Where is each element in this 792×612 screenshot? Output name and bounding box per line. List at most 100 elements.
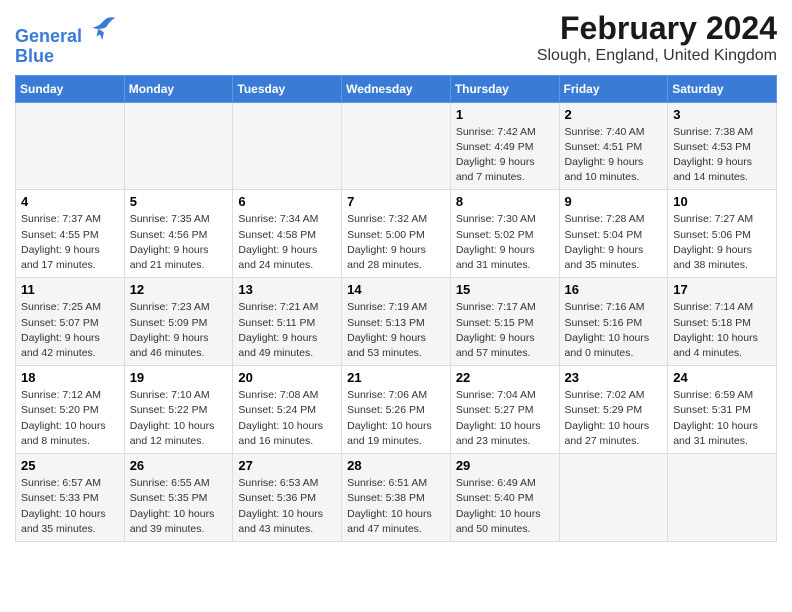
day-header-monday: Monday <box>124 75 233 102</box>
day-number: 5 <box>130 194 228 209</box>
day-info: Sunrise: 7:38 AM Sunset: 4:53 PM Dayligh… <box>673 125 771 186</box>
day-info: Sunrise: 7:04 AM Sunset: 5:27 PM Dayligh… <box>456 388 554 449</box>
calendar-cell <box>342 102 451 190</box>
day-info: Sunrise: 7:30 AM Sunset: 5:02 PM Dayligh… <box>456 212 554 273</box>
day-number: 9 <box>565 194 663 209</box>
day-number: 28 <box>347 458 445 473</box>
day-number: 6 <box>238 194 336 209</box>
calendar-cell: 20Sunrise: 7:08 AM Sunset: 5:24 PM Dayli… <box>233 366 342 454</box>
day-info: Sunrise: 7:16 AM Sunset: 5:16 PM Dayligh… <box>565 300 663 361</box>
day-number: 15 <box>456 282 554 297</box>
calendar-cell: 12 Sunrise: 7:23 AM Sunset: 5:09 PM Dayli… <box>124 278 233 366</box>
calendar-week-row: 4 Sunrise: 7:37 AM Sunset: 4:55 PM Daylig… <box>16 190 777 278</box>
calendar-cell: 29 Sunrise: 6:49 AM Sunset: 5:40 PM Dayli… <box>450 454 559 542</box>
calendar-cell: 11Sunrise: 7:25 AM Sunset: 5:07 PM Dayli… <box>16 278 125 366</box>
day-number: 1 <box>456 107 554 122</box>
calendar-cell: 28 Sunrise: 6:51 AM Sunset: 5:38 PM Dayli… <box>342 454 451 542</box>
day-info: Sunrise: 7:21 AM Sunset: 5:11 PM Dayligh… <box>238 300 336 361</box>
day-number: 3 <box>673 107 771 122</box>
day-number: 21 <box>347 370 445 385</box>
day-number: 8 <box>456 194 554 209</box>
day-info: Sunrise: 6:49 AM Sunset: 5:40 PM Dayligh… <box>456 476 554 537</box>
day-info: Sunrise: 7:12 AM Sunset: 5:20 PM Dayligh… <box>21 388 119 449</box>
day-number: 24 <box>673 370 771 385</box>
day-number: 26 <box>130 458 228 473</box>
day-header-saturday: Saturday <box>668 75 777 102</box>
logo-blue: Blue <box>15 47 117 67</box>
day-info: Sunrise: 7:17 AM Sunset: 5:15 PM Dayligh… <box>456 300 554 361</box>
calendar-cell: 21 Sunrise: 7:06 AM Sunset: 5:26 PM Dayli… <box>342 366 451 454</box>
calendar-week-row: 25Sunrise: 6:57 AM Sunset: 5:33 PM Dayli… <box>16 454 777 542</box>
calendar-week-row: 11Sunrise: 7:25 AM Sunset: 5:07 PM Dayli… <box>16 278 777 366</box>
calendar-header-row: SundayMondayTuesdayWednesdayThursdayFrid… <box>16 75 777 102</box>
day-number: 4 <box>21 194 119 209</box>
page-header: General Blue February 2024 Slough, Engla… <box>15 10 777 67</box>
calendar-cell: 8 Sunrise: 7:30 AM Sunset: 5:02 PM Daylig… <box>450 190 559 278</box>
day-header-tuesday: Tuesday <box>233 75 342 102</box>
calendar-cell: 15 Sunrise: 7:17 AM Sunset: 5:15 PM Dayli… <box>450 278 559 366</box>
day-header-friday: Friday <box>559 75 668 102</box>
day-info: Sunrise: 7:10 AM Sunset: 5:22 PM Dayligh… <box>130 388 228 449</box>
calendar-cell: 19 Sunrise: 7:10 AM Sunset: 5:22 PM Dayli… <box>124 366 233 454</box>
day-header-wednesday: Wednesday <box>342 75 451 102</box>
calendar-cell: 17 Sunrise: 7:14 AM Sunset: 5:18 PM Dayli… <box>668 278 777 366</box>
day-header-sunday: Sunday <box>16 75 125 102</box>
day-info: Sunrise: 7:35 AM Sunset: 4:56 PM Dayligh… <box>130 212 228 273</box>
day-number: 7 <box>347 194 445 209</box>
calendar-cell: 7 Sunrise: 7:32 AM Sunset: 5:00 PM Daylig… <box>342 190 451 278</box>
calendar-cell: 13Sunrise: 7:21 AM Sunset: 5:11 PM Dayli… <box>233 278 342 366</box>
calendar-cell: 18 Sunrise: 7:12 AM Sunset: 5:20 PM Dayli… <box>16 366 125 454</box>
calendar-cell <box>668 454 777 542</box>
day-number: 25 <box>21 458 119 473</box>
day-number: 12 <box>130 282 228 297</box>
day-number: 22 <box>456 370 554 385</box>
calendar-cell: 25Sunrise: 6:57 AM Sunset: 5:33 PM Dayli… <box>16 454 125 542</box>
calendar-cell <box>559 454 668 542</box>
day-info: Sunrise: 7:06 AM Sunset: 5:26 PM Dayligh… <box>347 388 445 449</box>
day-info: Sunrise: 6:59 AM Sunset: 5:31 PM Dayligh… <box>673 388 771 449</box>
calendar-cell: 6 Sunrise: 7:34 AM Sunset: 4:58 PM Daylig… <box>233 190 342 278</box>
calendar-cell <box>124 102 233 190</box>
day-number: 19 <box>130 370 228 385</box>
calendar-table: SundayMondayTuesdayWednesdayThursdayFrid… <box>15 75 777 542</box>
calendar-cell: 5 Sunrise: 7:35 AM Sunset: 4:56 PM Daylig… <box>124 190 233 278</box>
day-info: Sunrise: 6:51 AM Sunset: 5:38 PM Dayligh… <box>347 476 445 537</box>
day-number: 10 <box>673 194 771 209</box>
calendar-cell: 27Sunrise: 6:53 AM Sunset: 5:36 PM Dayli… <box>233 454 342 542</box>
day-info: Sunrise: 6:55 AM Sunset: 5:35 PM Dayligh… <box>130 476 228 537</box>
day-info: Sunrise: 7:25 AM Sunset: 5:07 PM Dayligh… <box>21 300 119 361</box>
calendar-cell <box>233 102 342 190</box>
calendar-cell: 10Sunrise: 7:27 AM Sunset: 5:06 PM Dayli… <box>668 190 777 278</box>
day-number: 14 <box>347 282 445 297</box>
calendar-cell: 16Sunrise: 7:16 AM Sunset: 5:16 PM Dayli… <box>559 278 668 366</box>
day-info: Sunrise: 7:14 AM Sunset: 5:18 PM Dayligh… <box>673 300 771 361</box>
day-info: Sunrise: 7:32 AM Sunset: 5:00 PM Dayligh… <box>347 212 445 273</box>
title-block: February 2024 Slough, England, United Ki… <box>537 10 777 65</box>
day-info: Sunrise: 7:28 AM Sunset: 5:04 PM Dayligh… <box>565 212 663 273</box>
day-info: Sunrise: 7:37 AM Sunset: 4:55 PM Dayligh… <box>21 212 119 273</box>
calendar-cell: 24 Sunrise: 6:59 AM Sunset: 5:31 PM Dayli… <box>668 366 777 454</box>
day-header-thursday: Thursday <box>450 75 559 102</box>
logo: General Blue <box>15 14 117 67</box>
day-info: Sunrise: 7:34 AM Sunset: 4:58 PM Dayligh… <box>238 212 336 273</box>
calendar-week-row: 1Sunrise: 7:42 AM Sunset: 4:49 PM Daylig… <box>16 102 777 190</box>
day-number: 17 <box>673 282 771 297</box>
day-number: 29 <box>456 458 554 473</box>
day-info: Sunrise: 7:19 AM Sunset: 5:13 PM Dayligh… <box>347 300 445 361</box>
calendar-cell: 1Sunrise: 7:42 AM Sunset: 4:49 PM Daylig… <box>450 102 559 190</box>
day-number: 2 <box>565 107 663 122</box>
month-title: February 2024 <box>537 10 777 47</box>
calendar-cell: 9 Sunrise: 7:28 AM Sunset: 5:04 PM Daylig… <box>559 190 668 278</box>
day-number: 27 <box>238 458 336 473</box>
day-number: 23 <box>565 370 663 385</box>
calendar-cell: 2 Sunrise: 7:40 AM Sunset: 4:51 PM Daylig… <box>559 102 668 190</box>
calendar-cell: 4 Sunrise: 7:37 AM Sunset: 4:55 PM Daylig… <box>16 190 125 278</box>
calendar-cell: 3 Sunrise: 7:38 AM Sunset: 4:53 PM Daylig… <box>668 102 777 190</box>
day-number: 18 <box>21 370 119 385</box>
day-number: 20 <box>238 370 336 385</box>
logo-text: General <box>15 14 117 47</box>
calendar-cell <box>16 102 125 190</box>
calendar-cell: 26 Sunrise: 6:55 AM Sunset: 5:35 PM Dayli… <box>124 454 233 542</box>
day-info: Sunrise: 7:40 AM Sunset: 4:51 PM Dayligh… <box>565 125 663 186</box>
day-info: Sunrise: 7:23 AM Sunset: 5:09 PM Dayligh… <box>130 300 228 361</box>
